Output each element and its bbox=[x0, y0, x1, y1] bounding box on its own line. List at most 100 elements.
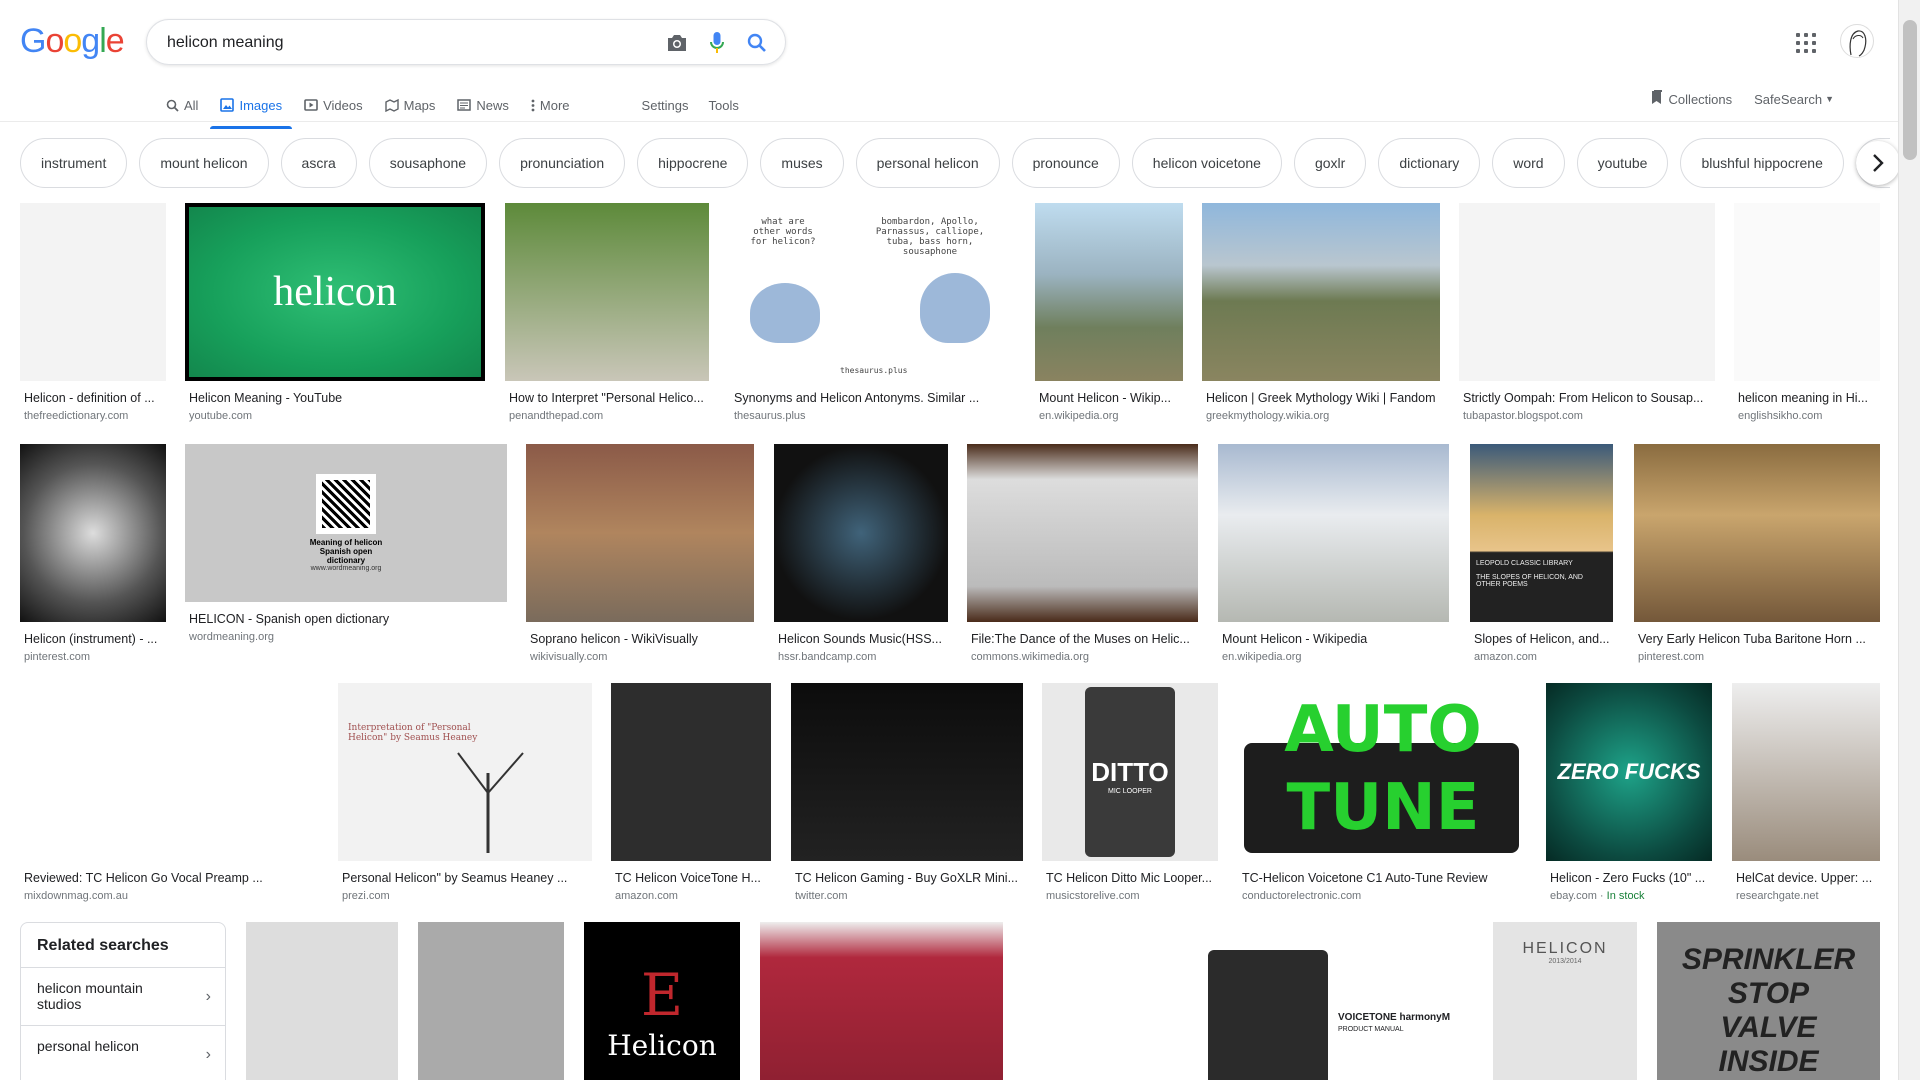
chip-blushful-hippocrene[interactable]: blushful hippocrene bbox=[1680, 138, 1844, 188]
chip-word[interactable]: word bbox=[1492, 138, 1565, 188]
result-thumbnail[interactable] bbox=[791, 683, 1023, 861]
result-thumbnail[interactable]: HELICON 2013/2014 bbox=[1493, 922, 1637, 1080]
chip-hippocrene[interactable]: hippocrene bbox=[637, 138, 749, 188]
result-caption[interactable]: Mount Helicon - Wikipedia bbox=[1222, 632, 1447, 646]
chip-youtube[interactable]: youtube bbox=[1576, 138, 1669, 188]
result-thumbnail[interactable] bbox=[1634, 444, 1880, 622]
chip-dictionary[interactable]: dictionary bbox=[1378, 138, 1481, 188]
result-thumbnail[interactable]: SPRINKLER STOP VALVE INSIDE bbox=[1657, 922, 1880, 1080]
result-thumbnail[interactable]: Interpretation of "Personal Helicon" by … bbox=[338, 683, 592, 861]
chips-next-button[interactable] bbox=[1856, 141, 1900, 185]
result-thumbnail[interactable] bbox=[1732, 683, 1880, 861]
result-source: tubapastor.blogspot.com bbox=[1463, 410, 1583, 422]
tab-news[interactable]: News bbox=[457, 90, 509, 120]
page-scrollbar[interactable] bbox=[1898, 0, 1920, 1080]
result-caption[interactable]: File:The Dance of the Muses on Helic... bbox=[971, 632, 1196, 646]
chip-sousaphone[interactable]: sousaphone bbox=[368, 138, 488, 188]
result-thumbnail[interactable]: VOICETONE harmonyM PRODUCT MANUAL bbox=[1198, 922, 1474, 1080]
result-thumbnail[interactable]: LEOPOLD CLASSIC LIBRARY THE SLOPES OF HE… bbox=[1470, 444, 1613, 622]
result-thumbnail[interactable]: DITTO MIC LOOPER bbox=[1042, 683, 1218, 861]
result-thumbnail[interactable] bbox=[760, 922, 1003, 1080]
safesearch-button[interactable]: SafeSearch ▼ bbox=[1754, 92, 1834, 107]
google-logo[interactable]: Google bbox=[20, 22, 125, 61]
result-thumbnail[interactable]: E Helicon bbox=[584, 922, 740, 1080]
result-caption[interactable]: Mount Helicon - Wikip... bbox=[1039, 391, 1181, 405]
search-input[interactable] bbox=[167, 31, 647, 55]
tab-more[interactable]: More bbox=[531, 90, 570, 120]
result-thumbnail[interactable]: Meaning of helicon Spanish open dictiona… bbox=[185, 444, 507, 602]
chip-pronounce[interactable]: pronounce bbox=[1011, 138, 1120, 188]
result-source: en.wikipedia.org bbox=[1039, 410, 1119, 422]
result-thumbnail[interactable]: ZERO FUCKS bbox=[1546, 683, 1712, 861]
tab-maps[interactable]: Maps bbox=[384, 90, 435, 120]
result-caption[interactable]: Reviewed: TC Helicon Go Vocal Preamp ... bbox=[24, 871, 317, 885]
result-thumbnail[interactable] bbox=[20, 683, 319, 861]
chip-instrument[interactable]: instrument bbox=[20, 138, 128, 188]
chip-pronunciation[interactable]: pronunciation bbox=[499, 138, 626, 188]
result-caption[interactable]: Synonyms and Helicon Antonyms. Similar .… bbox=[734, 391, 1012, 405]
tab-images[interactable]: Images bbox=[210, 90, 292, 129]
tab-videos[interactable]: Videos bbox=[304, 90, 363, 120]
result-thumbnail[interactable] bbox=[1734, 203, 1880, 381]
result-thumbnail[interactable] bbox=[20, 203, 166, 381]
google-apps-icon[interactable] bbox=[1796, 33, 1816, 53]
result-thumbnail[interactable] bbox=[1459, 203, 1715, 381]
result-caption[interactable]: HELICON - Spanish open dictionary bbox=[189, 612, 505, 626]
result-thumbnail[interactable] bbox=[1035, 203, 1183, 381]
chip-goxlr[interactable]: goxlr bbox=[1293, 138, 1367, 188]
result-caption[interactable]: TC Helicon Ditto Mic Looper... bbox=[1046, 871, 1216, 885]
result-thumbnail[interactable]: AUTO TUNE bbox=[1238, 683, 1528, 861]
result-caption[interactable]: Helicon (instrument) - ... bbox=[24, 632, 164, 646]
tools-link[interactable]: Tools bbox=[709, 90, 739, 120]
related-search-item[interactable]: helicon mountain studios › bbox=[21, 968, 225, 1026]
result-thumbnail[interactable] bbox=[967, 444, 1198, 622]
settings-link[interactable]: Settings bbox=[642, 90, 689, 120]
chip-helicon-voicetone[interactable]: helicon voicetone bbox=[1131, 138, 1282, 188]
result-caption[interactable]: Helicon Sounds Music(HSS... bbox=[778, 632, 946, 646]
result-thumbnail[interactable] bbox=[418, 922, 564, 1080]
result-caption[interactable]: TC Helicon Gaming - Buy GoXLR Mini... bbox=[795, 871, 1021, 885]
result-caption[interactable]: Helicon - definition of ... bbox=[24, 391, 164, 405]
result-thumbnail[interactable] bbox=[246, 922, 398, 1080]
result-caption[interactable]: Strictly Oompah: From Helicon to Sousap.… bbox=[1463, 391, 1713, 405]
result-thumbnail[interactable] bbox=[1218, 444, 1449, 622]
result-source: musicstorelive.com bbox=[1046, 890, 1140, 902]
chip-ascra[interactable]: ascra bbox=[280, 138, 357, 188]
result-thumbnail[interactable] bbox=[611, 683, 771, 861]
camera-icon[interactable] bbox=[665, 31, 689, 55]
result-thumbnail[interactable] bbox=[1023, 922, 1178, 1080]
result-caption[interactable]: How to Interpret "Personal Helico... bbox=[509, 391, 707, 405]
avatar[interactable] bbox=[1840, 24, 1874, 58]
search-icon bbox=[166, 99, 179, 112]
result-caption[interactable]: Helicon Meaning - YouTube bbox=[189, 391, 483, 405]
result-thumbnail[interactable]: what are other words for helicon? bombar… bbox=[730, 203, 1014, 381]
result-source: ebay.com · In stock bbox=[1550, 890, 1645, 902]
result-thumbnail[interactable] bbox=[1202, 203, 1440, 381]
result-caption[interactable]: Helicon | Greek Mythology Wiki | Fandom bbox=[1206, 391, 1438, 405]
result-source: thefreedictionary.com bbox=[24, 410, 129, 422]
result-caption[interactable]: TC Helicon VoiceTone H... bbox=[615, 871, 769, 885]
result-caption[interactable]: TC-Helicon Voicetone C1 Auto-Tune Review bbox=[1242, 871, 1526, 885]
search-box[interactable] bbox=[146, 19, 786, 65]
result-caption[interactable]: Personal Helicon" by Seamus Heaney ... bbox=[342, 871, 590, 885]
scrollbar-thumb[interactable] bbox=[1903, 20, 1917, 160]
result-thumbnail[interactable] bbox=[505, 203, 709, 381]
chip-personal-helicon[interactable]: personal helicon bbox=[855, 138, 1000, 188]
result-thumbnail[interactable] bbox=[526, 444, 754, 622]
search-icon[interactable] bbox=[745, 31, 769, 55]
result-caption[interactable]: Helicon - Zero Fucks (10" ... bbox=[1550, 871, 1710, 885]
result-caption[interactable]: helicon meaning in Hi... bbox=[1738, 391, 1878, 405]
chip-mount-helicon[interactable]: mount helicon bbox=[139, 138, 269, 188]
result-caption[interactable]: HelCat device. Upper: ... bbox=[1736, 871, 1878, 885]
result-thumbnail[interactable] bbox=[20, 444, 166, 622]
tab-all[interactable]: All bbox=[166, 90, 198, 120]
collections-button[interactable]: Collections bbox=[1651, 90, 1732, 108]
result-caption[interactable]: Soprano helicon - WikiVisually bbox=[530, 632, 752, 646]
result-caption[interactable]: Very Early Helicon Tuba Baritone Horn ..… bbox=[1638, 632, 1878, 646]
result-thumbnail[interactable] bbox=[774, 444, 948, 622]
related-search-item[interactable]: personal helicon › bbox=[21, 1026, 225, 1080]
microphone-icon[interactable] bbox=[705, 31, 729, 55]
result-thumbnail[interactable]: helicon bbox=[185, 203, 485, 381]
result-caption[interactable]: Slopes of Helicon, and... bbox=[1474, 632, 1611, 646]
chip-muses[interactable]: muses bbox=[760, 138, 844, 188]
